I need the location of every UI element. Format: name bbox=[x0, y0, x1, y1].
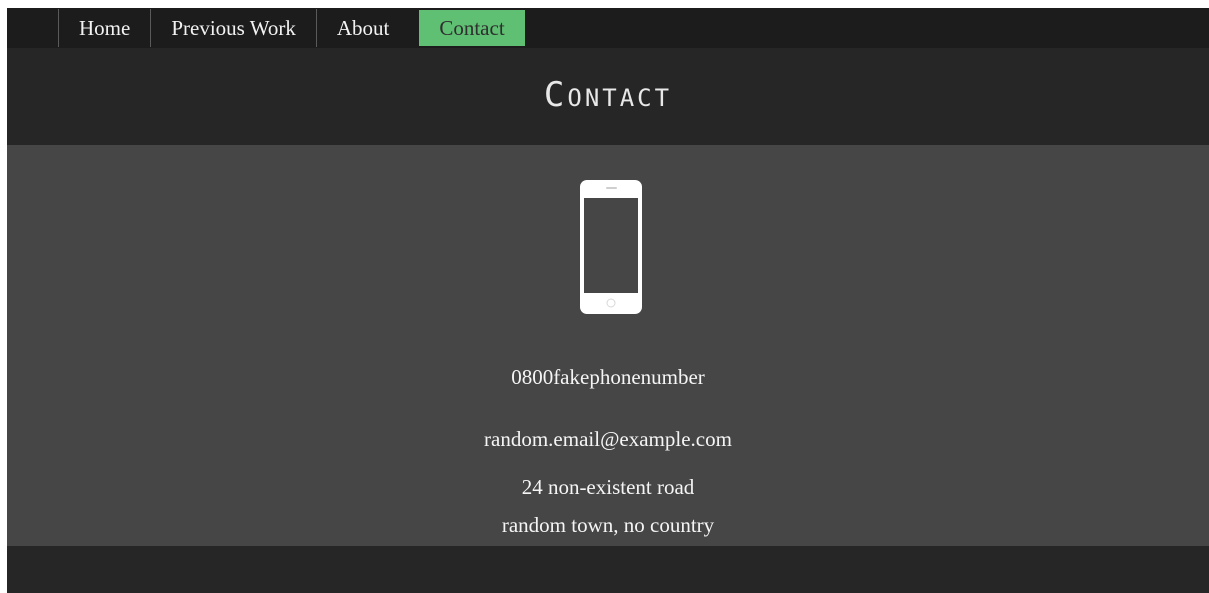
nav-item-previous-work[interactable]: Previous Work bbox=[150, 9, 316, 47]
phone-icon bbox=[580, 180, 642, 314]
nav-item-about[interactable]: About bbox=[315, 9, 410, 47]
address-line-2: random town, no country bbox=[501, 513, 715, 537]
contact-section: 0800fakephonenumber random.email@example… bbox=[7, 145, 1209, 546]
top-navigation: Home Previous Work About Contact bbox=[7, 8, 1209, 48]
nav-item-contact[interactable]: Contact bbox=[419, 10, 525, 46]
footer bbox=[7, 546, 1209, 593]
page-title: Contact bbox=[543, 74, 673, 115]
page-header: Contact bbox=[7, 48, 1209, 145]
email-address: random.email@example.com bbox=[484, 427, 732, 451]
nav-item-home[interactable]: Home bbox=[58, 9, 150, 47]
page: Home Previous Work About Contact Contact… bbox=[7, 8, 1209, 593]
address-line-1: 24 non-existent road bbox=[521, 475, 695, 499]
nav-items: Home Previous Work About Contact bbox=[58, 8, 525, 48]
phone-number: 0800fakephonenumber bbox=[511, 365, 705, 389]
